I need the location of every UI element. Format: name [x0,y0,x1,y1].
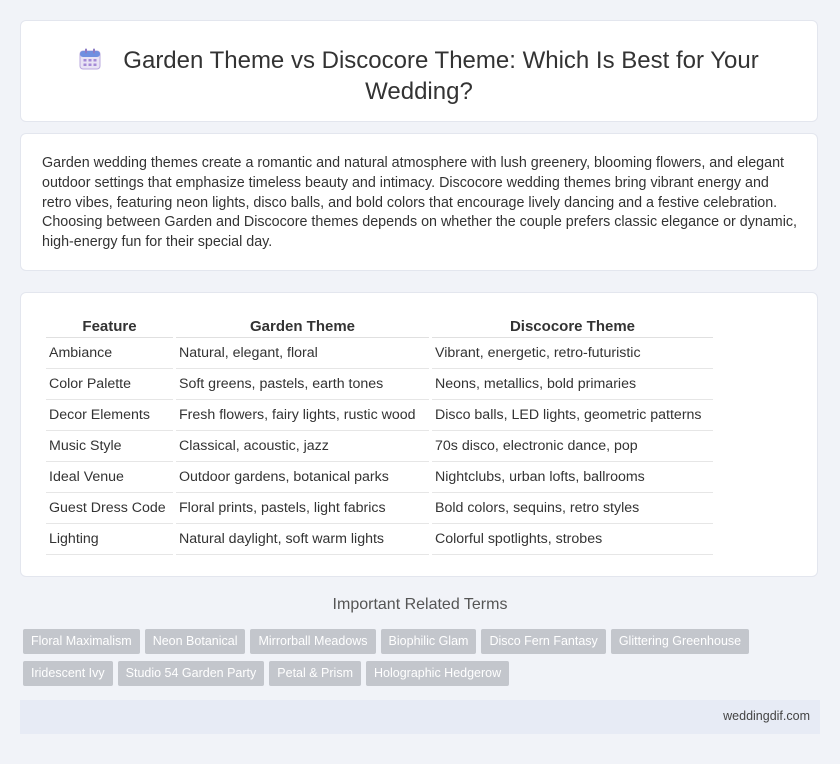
table-row: Decor Elements Fresh flowers, fairy ligh… [46,400,713,431]
header-feature: Feature [46,315,173,338]
title-card: Garden Theme vs Discocore Theme: Which I… [20,20,818,122]
table-row: Guest Dress Code Floral prints, pastels,… [46,493,713,524]
cell-feature: Ambiance [46,338,173,369]
cell-discocore: Bold colors, sequins, retro styles [432,493,713,524]
cell-garden: Natural daylight, soft warm lights [176,524,429,555]
intro-card: Garden wedding themes create a romantic … [20,133,818,271]
cell-garden: Fresh flowers, fairy lights, rustic wood [176,400,429,431]
cell-feature: Guest Dress Code [46,493,173,524]
cell-discocore: Nightclubs, urban lofts, ballrooms [432,462,713,493]
comparison-card: Feature Garden Theme Discocore Theme Amb… [20,292,818,577]
cell-discocore: 70s disco, electronic dance, pop [432,431,713,462]
intro-text: Garden wedding themes create a romantic … [42,155,797,251]
cell-feature: Music Style [46,431,173,462]
footer-site[interactable]: weddingdif.com [723,709,810,723]
cell-feature: Lighting [46,524,173,555]
tag-iridescent-ivy[interactable]: Iridescent Ivy [23,661,113,686]
table-row: Color Palette Soft greens, pastels, eart… [46,369,713,400]
cell-garden: Outdoor gardens, botanical parks [176,462,429,493]
tag-disco-fern-fantasy[interactable]: Disco Fern Fantasy [481,629,606,654]
tag-neon-botanical[interactable]: Neon Botanical [144,629,246,654]
header-discocore: Discocore Theme [432,315,713,338]
table-row: Lighting Natural daylight, soft warm lig… [46,524,713,555]
tag-mirrorball-meadows[interactable]: Mirrorball Meadows [250,629,376,654]
cell-discocore: Neons, metallics, bold primaries [432,369,713,400]
cell-garden: Classical, acoustic, jazz [176,431,429,462]
tag-studio-54-garden-party[interactable]: Studio 54 Garden Party [117,661,265,686]
page-title: Garden Theme vs Discocore Theme: Which I… [123,47,759,105]
table-row: Ambiance Natural, elegant, floral Vibran… [46,338,713,369]
header-garden: Garden Theme [176,315,429,338]
tag-petal-prism[interactable]: Petal & Prism [269,661,361,686]
tag-biophilic-glam[interactable]: Biophilic Glam [380,629,477,654]
cell-feature: Color Palette [46,369,173,400]
cell-garden: Soft greens, pastels, earth tones [176,369,429,400]
page-title-wrap: Garden Theme vs Discocore Theme: Which I… [61,45,777,107]
related-tags: Floral Maximalism Neon Botanical Mirrorbal… [23,629,823,693]
cell-garden: Natural, elegant, floral [176,338,429,369]
table-row: Music Style Classical, acoustic, jazz 70… [46,431,713,462]
tag-holographic-hedgerow[interactable]: Holographic Hedgerow [366,661,510,686]
tag-glittering-greenhouse[interactable]: Glittering Greenhouse [610,629,750,654]
cell-discocore: Vibrant, energetic, retro-futuristic [432,338,713,369]
table-header-row: Feature Garden Theme Discocore Theme [46,315,713,338]
footer: weddingdif.com [20,700,820,734]
related-terms-title: Important Related Terms [332,596,508,613]
comparison-table: Feature Garden Theme Discocore Theme Amb… [43,315,716,555]
cell-discocore: Colorful spotlights, strobes [432,524,713,555]
cell-feature: Ideal Venue [46,462,173,493]
cell-feature: Decor Elements [46,400,173,431]
calendar-icon [79,47,101,70]
table-row: Ideal Venue Outdoor gardens, botanical p… [46,462,713,493]
cell-garden: Floral prints, pastels, light fabrics [176,493,429,524]
cell-discocore: Disco balls, LED lights, geometric patte… [432,400,713,431]
tag-floral-maximalism[interactable]: Floral Maximalism [23,629,140,654]
